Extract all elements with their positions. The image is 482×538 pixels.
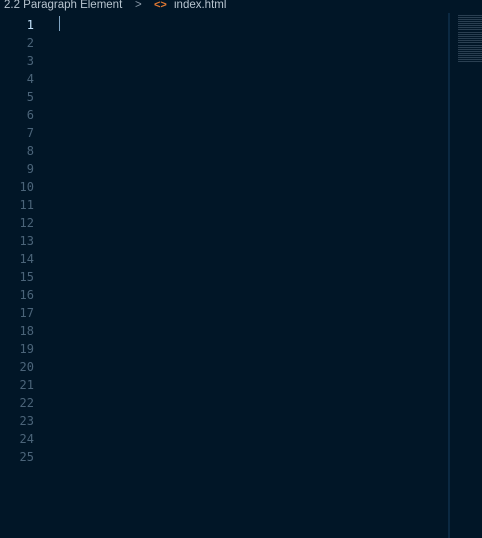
line-number: 12 [19, 216, 34, 230]
code-editor[interactable]: 1 2 3 4 5 6 7 8 9 10 11 12 13 14 15 16 17 18 19 20 21 22 23 24 2… [0, 13, 482, 538]
line-number: 11 [19, 198, 34, 212]
minimap-paragraph [458, 15, 482, 31]
minimap-paragraph [458, 45, 482, 63]
line-number: 22 [19, 396, 34, 410]
breadcrumb-item-file[interactable]: index.html [174, 0, 226, 11]
line-number: 2 [26, 36, 34, 50]
line-number: 4 [26, 72, 34, 86]
line-number: 25 [19, 450, 34, 464]
breadcrumb: 2.2 Paragraph Element > <> index.html [0, 0, 482, 13]
chevron-right-icon: > [135, 0, 142, 11]
line-number: 15 [19, 270, 34, 284]
line-number: 8 [26, 144, 34, 158]
line-number: 21 [19, 378, 34, 392]
line-number: 7 [26, 126, 34, 140]
line-number: 17 [19, 306, 34, 320]
line-number: 6 [26, 108, 34, 122]
line-number: 16 [19, 288, 34, 302]
text-cursor [59, 16, 60, 31]
line-number: 1 [26, 18, 34, 32]
line-number: 18 [19, 324, 34, 338]
line-number: 3 [26, 54, 34, 68]
vertical-scrollbar[interactable] [448, 13, 450, 538]
line-number: 23 [19, 414, 34, 428]
line-number: 14 [19, 252, 34, 266]
line-number: 5 [26, 90, 34, 104]
minimap-paragraph [458, 32, 482, 44]
line-number: 10 [19, 180, 34, 194]
breadcrumb-item-folder[interactable]: 2.2 Paragraph Element [4, 0, 122, 11]
line-number: 13 [19, 234, 34, 248]
html-file-icon: <> [154, 0, 167, 11]
line-number: 9 [26, 162, 34, 176]
line-number: 24 [19, 432, 34, 446]
minimap[interactable] [458, 13, 482, 538]
line-number: 19 [19, 342, 34, 356]
line-number: 20 [19, 360, 34, 374]
